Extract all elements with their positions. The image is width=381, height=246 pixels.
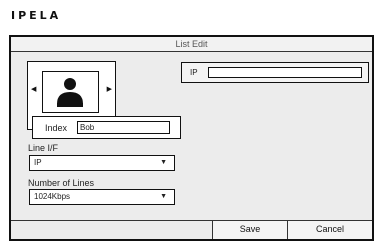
number-of-lines-value: 1024Kbps — [34, 192, 71, 201]
triangle-right-icon[interactable]: ▶ — [107, 86, 112, 94]
dropdown-arrow-icon: ▼ — [160, 193, 167, 200]
index-label: Index — [45, 123, 68, 133]
ipela-logo: IPELA — [11, 9, 62, 22]
index-card: Index Bob — [32, 116, 181, 139]
ip-address-input[interactable] — [208, 67, 362, 78]
list-edit-dialog: List Edit ◀ ▶ Index Bob Line I/F IP ▼ Nu… — [9, 35, 374, 241]
photo-frame[interactable] — [42, 71, 99, 113]
line-if-label: Line I/F — [28, 143, 59, 153]
save-button[interactable]: Save — [212, 221, 287, 239]
ip-card: IP — [181, 62, 369, 83]
dialog-button-bar: Save Cancel — [11, 220, 372, 239]
dropdown-arrow-icon: ▼ — [160, 159, 167, 166]
cancel-button[interactable]: Cancel — [287, 221, 372, 239]
dialog-title: List Edit — [11, 37, 372, 52]
line-if-value: IP — [34, 158, 42, 167]
person-silhouette-icon — [57, 78, 83, 107]
index-input[interactable]: Bob — [77, 121, 170, 134]
number-of-lines-label: Number of Lines — [28, 178, 95, 188]
line-if-select[interactable]: IP ▼ — [29, 155, 175, 171]
number-of-lines-select[interactable]: 1024Kbps ▼ — [29, 189, 175, 205]
ip-label: IP — [190, 68, 198, 77]
triangle-left-icon[interactable]: ◀ — [31, 86, 36, 94]
